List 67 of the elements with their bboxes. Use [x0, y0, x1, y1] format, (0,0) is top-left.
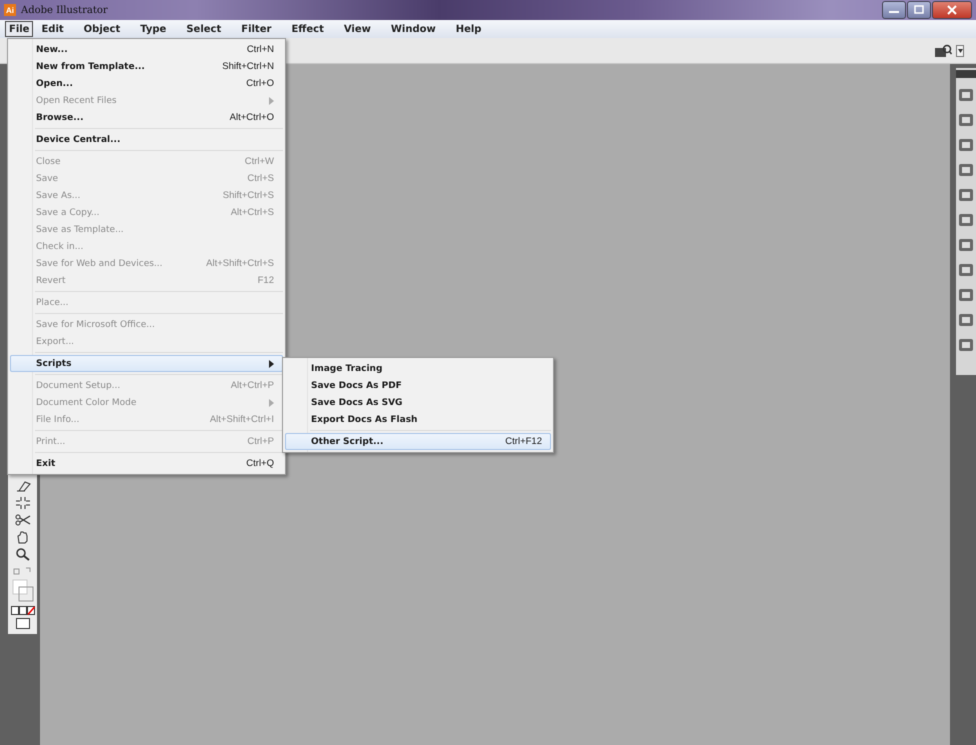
menu-item-label: New...	[36, 44, 69, 54]
menu-item-label: New from Template...	[36, 62, 146, 72]
menu-item-label: Save Docs As SVG	[311, 398, 404, 408]
menu-item-label: Print...	[36, 436, 66, 446]
menu-item-label: Save	[36, 174, 60, 184]
shortcut-label: Ctrl+P	[247, 436, 274, 447]
menu-item-label: Exit	[36, 458, 56, 468]
menu-bar-item[interactable]: Effect	[287, 21, 328, 37]
menu-item-label: Export Docs As Flash	[311, 414, 418, 424]
menu-item[interactable]: Device Central...	[10, 131, 283, 148]
shortcut-label: Ctrl+W	[244, 156, 274, 167]
menu-item-label: Save as Template...	[36, 224, 125, 234]
menu-item[interactable]: Scripts	[10, 355, 283, 372]
menu-item-label: File Info...	[36, 414, 80, 424]
menu-bar-item[interactable]: View	[340, 21, 375, 37]
menu-item[interactable]: New from Template... Shift+Ctrl+N	[10, 58, 283, 75]
shortcut-label: Shift+Ctrl+S	[222, 190, 274, 201]
menu-bar-item[interactable]: Help	[452, 21, 486, 37]
shortcut-label: Shift+Ctrl+N	[222, 61, 274, 72]
menu-item-label: Check in...	[36, 242, 84, 252]
shortcut-label: Alt+Shift+Ctrl+S	[206, 258, 274, 269]
menu-item-label: Save for Microsoft Office...	[36, 320, 156, 330]
menu-item[interactable]: Save Docs As PDF	[285, 377, 551, 394]
menu-item-label: Export...	[36, 336, 76, 346]
menu-item-label: Browse...	[36, 112, 85, 122]
shortcut-label: Alt+Ctrl+S	[230, 207, 274, 218]
menu-item[interactable]: Image Tracing	[285, 360, 551, 377]
menu-item[interactable]: New... Ctrl+N	[10, 41, 283, 58]
shortcut-label: Ctrl+F12	[505, 436, 542, 447]
menu-item-label: Other Script...	[311, 436, 384, 446]
shortcut-label: Ctrl+O	[246, 78, 274, 89]
menu-item-label: Save As...	[36, 190, 82, 200]
app-icon: Ai	[4, 4, 16, 16]
menu-bar-item[interactable]: Window	[386, 21, 440, 37]
menu-item[interactable]: Other Script... Ctrl+F12	[285, 433, 551, 450]
shortcut-label: Ctrl+Q	[246, 458, 274, 469]
menu-item-label: Place...	[36, 298, 70, 308]
menu-item-label: Save a Copy...	[36, 208, 100, 218]
menu-bar-item[interactable]: File	[5, 21, 34, 37]
menu-bar-item[interactable]: Object	[80, 21, 124, 37]
menu-item-label: Revert	[36, 276, 66, 286]
shortcut-label: Ctrl+S	[247, 173, 274, 184]
menu-item-label: Open...	[36, 78, 74, 88]
menu-item-label: Document Setup...	[36, 380, 122, 390]
menu-bar-item[interactable]: Select	[182, 21, 226, 37]
menu-item[interactable]: Save Docs As SVG	[285, 394, 551, 411]
menu-item-label: Save Docs As PDF	[311, 380, 403, 390]
menu-item-label: Scripts	[36, 358, 72, 368]
menu-bar-item[interactable]: Edit	[37, 21, 68, 37]
window-title: Adobe Illustrator	[21, 4, 108, 16]
shortcut-label: Ctrl+N	[246, 44, 274, 55]
menu-item-label: Open Recent Files	[36, 96, 118, 106]
menu-item[interactable]: Browse... Alt+Ctrl+O	[10, 109, 283, 126]
menu-item[interactable]: Export Docs As Flash	[285, 411, 551, 428]
menu-item-label: Close	[36, 156, 62, 166]
menu-bar-item[interactable]: Filter	[237, 21, 276, 37]
menu-item-label: Image Tracing	[311, 364, 384, 374]
shortcut-label: Alt+Ctrl+P	[230, 380, 274, 391]
menu-bar-item[interactable]: Type	[136, 21, 170, 37]
shortcut-label: Alt+Shift+Ctrl+I	[210, 414, 274, 425]
menu-item-label: Document Color Mode	[36, 398, 138, 408]
shortcut-label: F12	[258, 275, 274, 286]
menu-item[interactable]: Exit Ctrl+Q	[10, 455, 283, 472]
shortcut-label: Alt+Ctrl+O	[230, 112, 274, 123]
menu-item[interactable]: Open... Ctrl+O	[10, 75, 283, 92]
menu-item-label: Device Central...	[36, 134, 122, 144]
menu-item-label: Save for Web and Devices...	[36, 258, 164, 268]
